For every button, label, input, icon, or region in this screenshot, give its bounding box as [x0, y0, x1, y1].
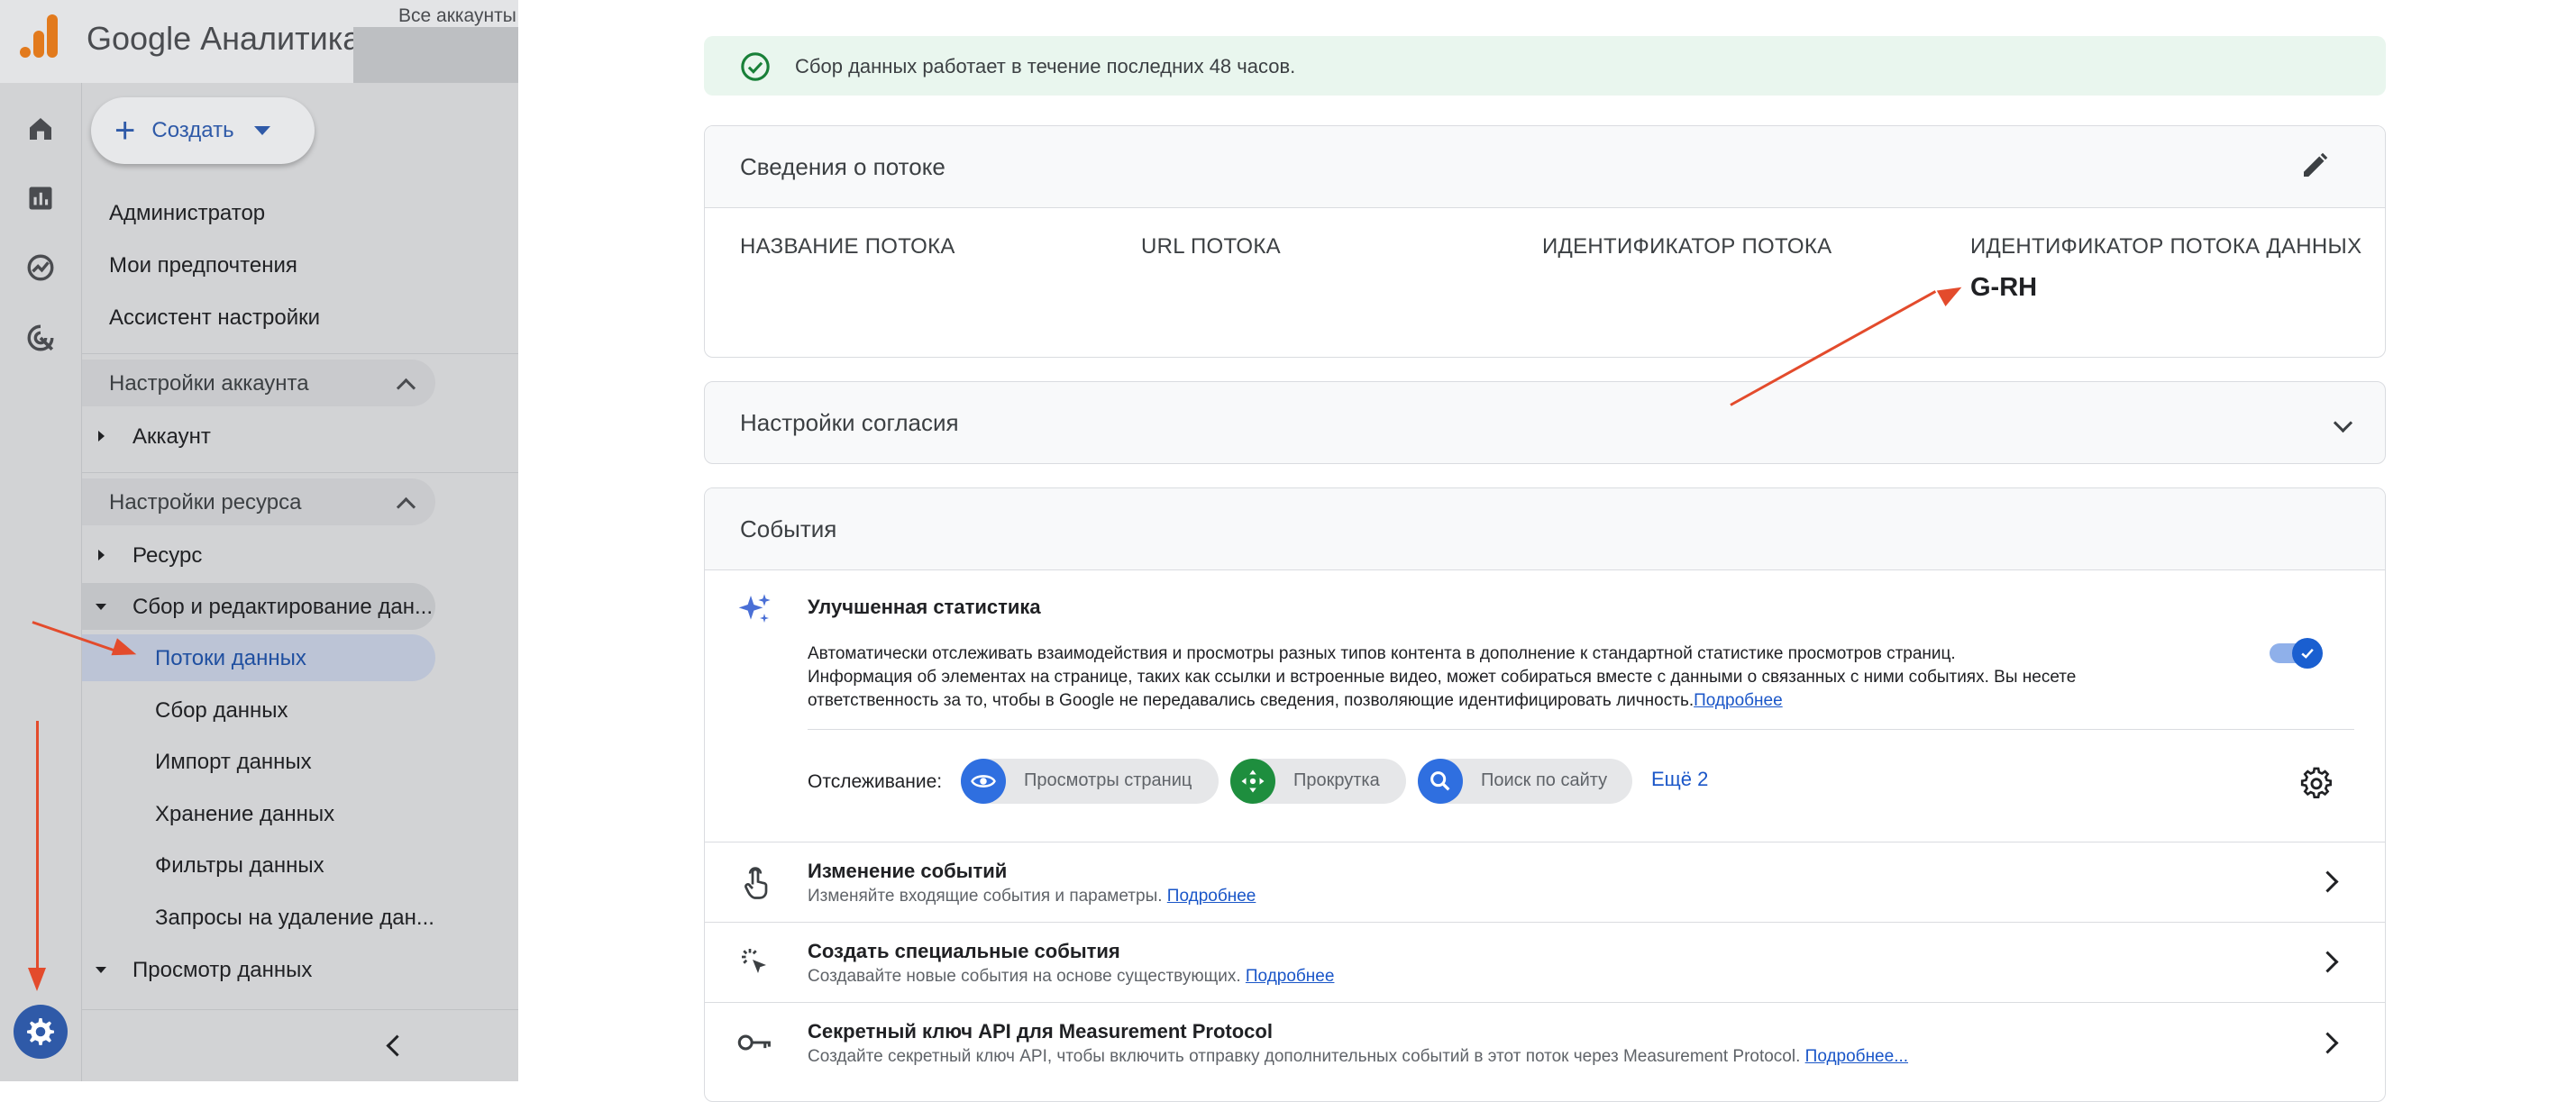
- divider: [808, 729, 2354, 730]
- measurement-id-value[interactable]: G-RH: [1970, 273, 2037, 303]
- create-button-label: Создать: [151, 118, 234, 142]
- sparkle-icon: [737, 591, 773, 627]
- nav-item-admin[interactable]: Администратор: [109, 201, 265, 226]
- learn-more-link[interactable]: Подробнее: [1167, 887, 1256, 906]
- chip-scroll-label: Прокрутка: [1293, 770, 1380, 790]
- collapse-triangle-icon[interactable]: [96, 967, 106, 973]
- nav-item-data-view[interactable]: Просмотр данных: [132, 958, 312, 983]
- column-stream-id: ИДЕНТИФИКАТОР ПОТОКА: [1542, 234, 1832, 259]
- consent-settings-title: Настройки согласия: [740, 409, 959, 436]
- column-stream-name: НАЗВАНИЕ ПОТОКА: [740, 234, 955, 259]
- key-icon: [737, 1029, 773, 1056]
- nav-item-data-streams[interactable]: Потоки данных: [155, 646, 306, 671]
- card-header: События: [705, 488, 2385, 570]
- nav-item-data-collection[interactable]: Сбор и редактирование дан...: [132, 595, 433, 620]
- enhanced-measurement-desc-1: Автоматически отслеживать взаимодействия…: [808, 644, 1956, 663]
- modify-events-desc: Изменяйте входящие события и параметры. …: [808, 887, 1256, 906]
- nav-item-deletion-requests[interactable]: Запросы на удаление дан...: [155, 906, 434, 931]
- stream-details-card: Сведения о потоке НАЗВАНИЕ ПОТОКА URL ПО…: [704, 125, 2386, 358]
- modify-events-title: Изменение событий: [808, 860, 1008, 882]
- breadcrumb[interactable]: Все аккаунты: [398, 5, 516, 27]
- enhanced-measurement-desc-2: Информация об элементах на странице, так…: [808, 668, 2077, 687]
- enhanced-measurement-title: Улучшенная статистика: [808, 596, 1041, 618]
- events-title: События: [740, 515, 837, 542]
- nav-item-resource[interactable]: Ресурс: [132, 543, 202, 569]
- divider: [82, 353, 518, 354]
- collapse-triangle-icon[interactable]: [96, 604, 106, 610]
- plus-icon: +: [114, 111, 136, 150]
- create-custom-events-title: Создать специальные события: [808, 940, 1120, 962]
- hand-touch-icon: [739, 865, 772, 901]
- chip-page-views-label: Просмотры страниц: [1024, 770, 1192, 790]
- card-header: Сведения о потоке: [705, 126, 2385, 208]
- status-banner-text: Сбор данных работает в течение последних…: [795, 55, 1296, 77]
- desc-text: Создавайте новые события на основе сущес…: [808, 967, 1241, 986]
- admin-settings-gear-icon[interactable]: [14, 1005, 68, 1059]
- expand-triangle-icon[interactable]: [98, 431, 105, 442]
- search-icon: [1418, 759, 1463, 804]
- nav-item-data-collection-sub[interactable]: Сбор данных: [155, 698, 288, 724]
- analytics-logo-icon: [18, 13, 61, 59]
- resource-settings-title: Настройки ресурса: [109, 490, 302, 515]
- caret-down-icon: [253, 126, 270, 135]
- consent-settings-card[interactable]: Настройки согласия: [704, 381, 2386, 464]
- chip-site-search[interactable]: Поиск по сайту: [1418, 759, 1632, 804]
- annotation-arrow: [36, 721, 39, 973]
- explore-icon[interactable]: [20, 247, 61, 288]
- account-settings-title: Настройки аккаунта: [109, 371, 309, 396]
- cursor-click-icon: [739, 946, 772, 979]
- advertising-icon[interactable]: [20, 317, 61, 359]
- desc-text: ответственность за то, чтобы в Google не…: [808, 691, 1694, 710]
- scroll-arrows-icon: [1230, 759, 1275, 804]
- annotation-arrowhead: [28, 968, 46, 991]
- chevron-down-icon[interactable]: [2333, 413, 2353, 433]
- desc-text: Изменяйте входящие события и параметры.: [808, 887, 1163, 906]
- nav-item-data-filters[interactable]: Фильтры данных: [155, 853, 324, 879]
- create-button[interactable]: + Создать: [91, 97, 315, 164]
- expand-triangle-icon[interactable]: [98, 550, 105, 560]
- mp-api-secret-desc: Создайте секретный ключ API, чтобы включ…: [808, 1047, 1908, 1067]
- tracking-label: Отслеживание:: [808, 771, 943, 792]
- column-stream-url: URL ПОТОКА: [1141, 234, 1281, 259]
- chip-scroll[interactable]: Прокрутка: [1230, 759, 1406, 804]
- nav-item-data-retention[interactable]: Хранение данных: [155, 802, 334, 827]
- mp-api-secret-title: Секретный ключ API для Measurement Proto…: [808, 1020, 1273, 1043]
- left-rail: [0, 0, 82, 1081]
- learn-more-link[interactable]: Подробнее: [1694, 691, 1783, 710]
- admin-nav-panel: [82, 83, 518, 1081]
- app-title: Google Аналитика: [87, 20, 361, 57]
- nav-item-setup-assistant[interactable]: Ассистент настройки: [109, 305, 320, 331]
- create-custom-events-desc: Создавайте новые события на основе сущес…: [808, 967, 1334, 987]
- divider: [82, 1009, 518, 1010]
- home-icon[interactable]: [20, 108, 61, 150]
- edit-pencil-icon[interactable]: [2298, 150, 2331, 182]
- more-tracking-link[interactable]: Ещё 2: [1651, 768, 1708, 791]
- check-circle-icon: [740, 51, 771, 82]
- chip-site-search-label: Поиск по сайту: [1481, 770, 1608, 790]
- learn-more-link[interactable]: Подробнее: [1246, 967, 1335, 986]
- stream-details-title: Сведения о потоке: [740, 153, 945, 180]
- divider: [82, 472, 518, 473]
- chip-page-views[interactable]: Просмотры страниц: [961, 759, 1219, 804]
- toggle-knob-check-icon[interactable]: [2292, 638, 2323, 669]
- learn-more-link[interactable]: Подробнее...: [1805, 1047, 1908, 1066]
- settings-gear-icon[interactable]: [2299, 766, 2334, 800]
- nav-item-preferences[interactable]: Мои предпочтения: [109, 253, 297, 278]
- desc-text: Создайте секретный ключ API, чтобы включ…: [808, 1047, 1801, 1066]
- nav-item-data-import[interactable]: Импорт данных: [155, 750, 312, 775]
- reports-icon[interactable]: [20, 178, 61, 219]
- enhanced-measurement-desc-3: ответственность за то, чтобы в Google не…: [808, 691, 1783, 711]
- column-measurement-id: ИДЕНТИФИКАТОР ПОТОКА ДАННЫХ: [1970, 234, 2362, 259]
- eye-icon: [961, 759, 1006, 804]
- nav-item-account[interactable]: Аккаунт: [132, 424, 211, 450]
